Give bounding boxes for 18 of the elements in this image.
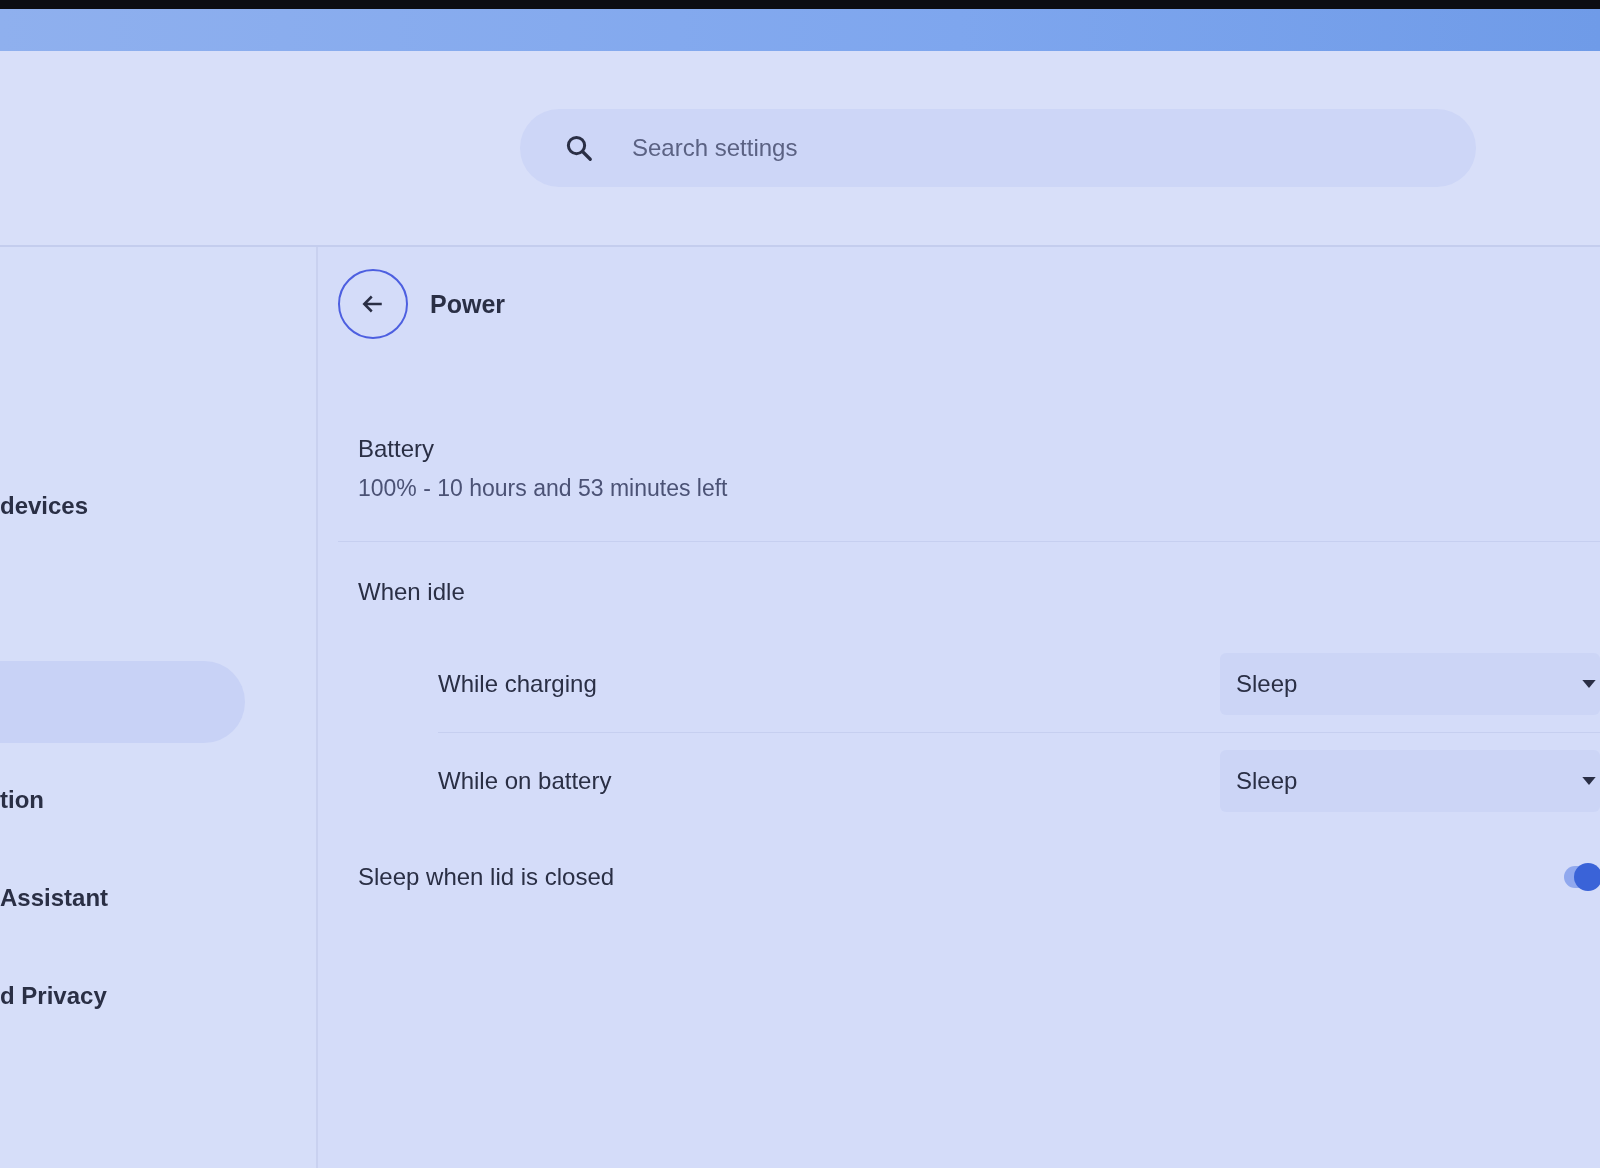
caret-icon bbox=[1582, 680, 1596, 688]
setting-label: Sleep when lid is closed bbox=[358, 863, 615, 891]
sidebar-item[interactable]: tion bbox=[0, 759, 245, 841]
toggle-switch[interactable] bbox=[1564, 866, 1600, 888]
battery-label: Battery bbox=[358, 435, 436, 463]
section-label: When idle bbox=[357, 578, 466, 606]
setting-label: While on battery bbox=[438, 767, 612, 795]
battery-status: 100% - 10 hours and 53 minutes left bbox=[358, 475, 729, 502]
setting-label: While charging bbox=[438, 670, 597, 698]
dropdown[interactable]: Sleep bbox=[1220, 750, 1600, 812]
page-title: Power bbox=[430, 289, 506, 319]
sidebar-item[interactable]: d Privacy bbox=[0, 955, 245, 1037]
sidebar-item[interactable]: devices bbox=[0, 465, 245, 547]
sidebar-item[interactable]: Assistant bbox=[0, 857, 245, 939]
back-button[interactable] bbox=[338, 269, 408, 339]
caret-icon bbox=[1582, 777, 1596, 785]
search-field[interactable]: Search settings bbox=[520, 109, 1476, 187]
dropdown[interactable]: Sleep bbox=[1220, 653, 1600, 715]
